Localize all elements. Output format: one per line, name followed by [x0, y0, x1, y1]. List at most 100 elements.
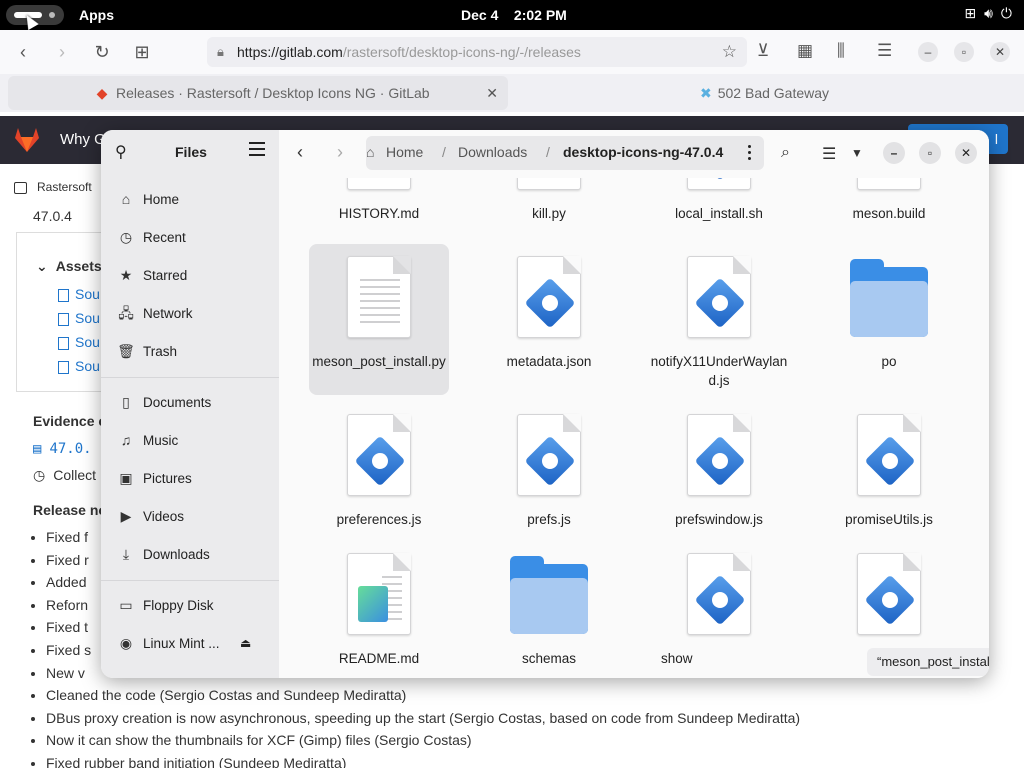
- text-file-icon: [857, 178, 921, 190]
- reload-icon[interactable]: ↻: [90, 40, 114, 64]
- new-tab-icon[interactable]: ⊞: [130, 40, 154, 64]
- sidebar-item-downloads[interactable]: ⤓ Downloads: [117, 542, 267, 566]
- folder-icon: [510, 556, 588, 634]
- sidebar-item-recent[interactable]: ◷ Recent: [117, 225, 267, 249]
- list-item: DBus proxy creation is now asynchronous,…: [46, 707, 800, 730]
- asset-link[interactable]: Sou: [58, 334, 100, 350]
- forward-icon[interactable]: ›: [50, 40, 74, 64]
- system-menu[interactable]: ⊞ 🔊︎ ⏻: [964, 5, 1012, 22]
- file-item[interactable]: schemas: [479, 541, 619, 676]
- file-item-selected[interactable]: meson_post_install.py: [309, 244, 449, 395]
- clipboard-icon: ▤: [33, 441, 42, 457]
- hamburger-menu-icon[interactable]: ☰: [877, 41, 892, 61]
- sidebar-header: ⚲ Files: [101, 130, 279, 174]
- sidebar-item-music[interactable]: ♫ Music: [117, 428, 267, 452]
- evidence-item[interactable]: ▤ 47.0.: [33, 441, 92, 457]
- asset-link[interactable]: Sou: [58, 310, 100, 326]
- file-item[interactable]: preferences.js: [309, 402, 449, 537]
- lock-icon: 🔒︎: [217, 44, 224, 59]
- eject-icon[interactable]: ⏏: [240, 636, 251, 650]
- list-item: Cleaned the code (Sergio Costas and Sund…: [46, 684, 800, 707]
- files-window: ⚲ Files ⌂ Home ◷ Recent ★ Starred 🖧︎ Network…: [101, 130, 989, 678]
- tab-bad-gateway[interactable]: ✖ 502 Bad Gateway: [700, 76, 829, 110]
- path-segment-home[interactable]: Home: [386, 144, 423, 160]
- file-item[interactable]: prefswindow.js: [649, 402, 789, 537]
- sidebar-toggle-icon[interactable]: [14, 181, 27, 194]
- file-icon: [58, 288, 69, 302]
- sidebar-item-videos[interactable]: ▶ Videos: [117, 504, 267, 528]
- view-options-chevron-icon[interactable]: ▼: [851, 146, 863, 160]
- file-grid: HISTORY.md kill.py local_install.sh meso…: [279, 178, 989, 678]
- file-item[interactable]: prefs.js: [479, 402, 619, 537]
- documents-icon: ▯: [122, 394, 130, 410]
- apps-menu[interactable]: Apps: [79, 7, 114, 23]
- library-icon[interactable]: ⫼: [837, 41, 845, 61]
- markdown-file-icon: [347, 553, 411, 635]
- file-item[interactable]: kill.py: [479, 178, 619, 228]
- extensions-icon[interactable]: ▦: [797, 41, 813, 61]
- folder-icon: [850, 259, 928, 337]
- sidebar-item-documents[interactable]: ▯ Documents: [117, 390, 267, 414]
- asset-link[interactable]: Sou: [58, 286, 100, 302]
- list-item: Now it can show the thumbnails for XCF (…: [46, 729, 800, 752]
- music-icon: ♫: [120, 432, 132, 448]
- tab-strip: ◆ Releases · Rastersoft / Desktop Icons N…: [0, 74, 1024, 112]
- sidebar-item-starred[interactable]: ★ Starred: [117, 263, 267, 287]
- sidebar-item-home[interactable]: ⌂ Home: [117, 187, 267, 211]
- kebab-menu-icon[interactable]: [748, 145, 751, 163]
- hamburger-menu-icon[interactable]: [249, 142, 265, 160]
- why-gitlab-link[interactable]: Why G: [60, 131, 106, 148]
- path-segment-downloads[interactable]: Downloads: [458, 144, 527, 160]
- file-item[interactable]: metadata.json: [479, 244, 619, 395]
- maximize-button[interactable]: ▫: [919, 142, 941, 164]
- bookmark-star-icon[interactable]: ☆: [722, 42, 737, 62]
- search-icon[interactable]: ⚲: [115, 142, 127, 162]
- file-item[interactable]: meson.build: [819, 178, 959, 228]
- file-item[interactable]: notifyX11UnderWayland.js: [649, 244, 789, 395]
- file-item[interactable]: show: [649, 541, 789, 676]
- downloads-icon[interactable]: ⊻: [757, 41, 769, 61]
- minimize-button[interactable]: –: [918, 42, 938, 62]
- file-item[interactable]: local_install.sh: [649, 178, 789, 228]
- workspace-indicator: [49, 12, 55, 18]
- file-item[interactable]: HISTORY.md: [309, 178, 449, 228]
- forward-icon[interactable]: ›: [337, 142, 343, 163]
- file-item[interactable]: promiseUtils.js: [819, 402, 959, 537]
- assets-heading[interactable]: ⌄ Assets: [36, 258, 102, 275]
- path-segment-current[interactable]: desktop-icons-ng-47.0.4: [563, 144, 723, 160]
- list-view-icon[interactable]: ☰: [822, 144, 836, 164]
- gitlab-logo-icon[interactable]: [12, 125, 42, 155]
- back-icon[interactable]: ‹: [11, 40, 35, 64]
- new-folder-search-icon[interactable]: ⌕: [781, 144, 790, 162]
- javascript-file-icon: [687, 553, 751, 635]
- maximize-button[interactable]: ▫: [954, 42, 974, 62]
- python-file-icon: [517, 178, 581, 190]
- error-favicon-icon: ✖: [700, 85, 712, 101]
- sidebar-item-trash[interactable]: 🗑︎ Trash: [117, 339, 267, 363]
- tab-title: Releases · Rastersoft / Desktop Icons NG…: [116, 85, 430, 101]
- clock[interactable]: Dec 4 2:02 PM: [461, 7, 567, 23]
- chevron-down-icon: ⌄: [36, 258, 48, 274]
- tab-close-icon[interactable]: ✕: [486, 76, 498, 110]
- list-item: Fixed rubber band initiation (Sundeep Me…: [46, 752, 800, 768]
- minimize-button[interactable]: –: [883, 142, 905, 164]
- sidebar-item-network[interactable]: 🖧︎ Network: [117, 301, 267, 325]
- json-file-icon: [517, 256, 581, 338]
- downloads-icon: ⤓: [122, 546, 130, 562]
- evidence-heading: Evidence c: [33, 413, 107, 429]
- asset-link[interactable]: Sou: [58, 358, 100, 374]
- tab-releases[interactable]: ◆ Releases · Rastersoft / Desktop Icons N…: [8, 76, 508, 110]
- close-button[interactable]: ✕: [955, 142, 977, 164]
- file-item[interactable]: po: [819, 244, 959, 395]
- home-icon: ⌂: [121, 191, 131, 207]
- file-item[interactable]: README.md: [309, 541, 449, 676]
- files-main: ‹ › ⌂ Home / Downloads / desktop-icons-n…: [279, 130, 989, 678]
- sidebar-item-floppy[interactable]: ▭ Floppy Disk: [117, 593, 267, 617]
- power-icon: ⏻: [1000, 5, 1012, 21]
- close-button[interactable]: ✕: [990, 42, 1010, 62]
- url-bar[interactable]: 🔒︎ https://gitlab.com/rastersoft/desktop…: [207, 37, 747, 67]
- back-icon[interactable]: ‹: [297, 142, 303, 163]
- network-icon: ⊞: [964, 5, 977, 21]
- breadcrumb-link[interactable]: Rastersoft: [37, 180, 92, 194]
- sidebar-item-pictures[interactable]: ▣ Pictures: [117, 466, 267, 490]
